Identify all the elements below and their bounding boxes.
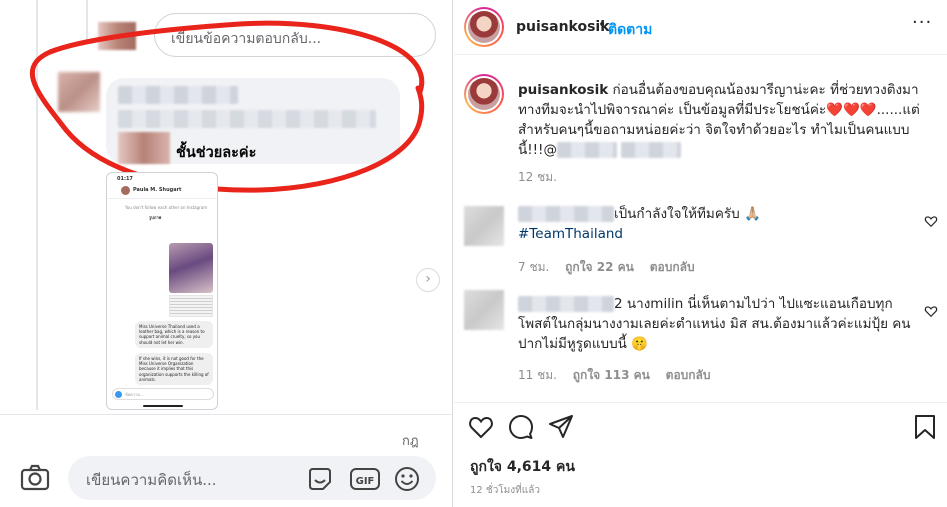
gif-label: GIF [356, 476, 375, 487]
phone-message-input: ข้อความ... [112, 388, 214, 400]
share-icon[interactable] [548, 414, 574, 440]
more-options-icon[interactable]: ··· [912, 12, 932, 33]
comment: 2 นางmilin นี่เห็นตามไปว่า ไปแซะแอนเกือบ… [518, 294, 918, 354]
blurred-commenter-avatar [58, 72, 100, 112]
caption-avatar[interactable] [464, 74, 504, 114]
phone-message: If she wins, it is not good for the Miss… [135, 353, 213, 386]
blurred-mention [556, 142, 617, 158]
blurred-comment-line [118, 110, 376, 128]
comment-text: ชั้นช่วยละค่ะ [176, 145, 257, 161]
comment-likes[interactable]: ถูกใจ 22 คน [565, 260, 634, 274]
comment-prefix: 2 [614, 296, 623, 312]
phone-chat-header: Paula M. Shugart [107, 183, 217, 199]
comment-placeholder: เขียนความคิดเห็น... [86, 471, 217, 489]
blurred-avatar [118, 132, 170, 164]
caption-timestamp: 12 ชม. [518, 170, 557, 184]
divider [454, 402, 947, 403]
comment-time: 11 ชม. [518, 368, 557, 382]
thread-line [36, 0, 38, 410]
page: เขียนข้อความตอบกลับ... ชั้นช่วยละค่ะ 01:… [0, 0, 947, 507]
phone-subtitle: You don't follow each other on Instagram [125, 205, 208, 210]
blurred-avatar [98, 22, 136, 50]
comment-meta: 7 ชม. ถูกใจ 22 คน ตอบกลับ [518, 258, 707, 277]
phone-home-bar [143, 405, 183, 407]
post-caption: puisankosik ก่อนอื่นต้องขอบคุณน้องมารีญา… [518, 80, 934, 160]
phone-screenshot: 01:17 Paula M. Shugart You don't follow … [106, 172, 218, 410]
follow-button[interactable]: ติดตาม [608, 19, 652, 41]
phone-message: Miss Universe Thailand used a leather ba… [135, 321, 213, 348]
caption-username[interactable]: puisankosik [518, 82, 608, 98]
phone-time: 01:17 [117, 176, 133, 182]
reply-button[interactable]: ตอบกลับ [650, 260, 695, 274]
comment-icon[interactable] [508, 414, 534, 440]
blurred-mention [621, 142, 682, 158]
reply-input: เขียนข้อความตอบกลับ... [154, 13, 436, 57]
author-avatar[interactable] [464, 7, 504, 47]
comment-time: 7 ชม. [518, 260, 550, 274]
like-comment-icon[interactable] [924, 214, 938, 228]
phone-avatar [121, 186, 130, 195]
blurred-commenter-avatar[interactable] [464, 206, 504, 246]
phone-document [169, 295, 213, 317]
post-details: puisankosik • ติดตาม ··· puisankosik ก่อ… [454, 0, 947, 507]
likes-count[interactable]: ถูกใจ 4,614 คน [470, 456, 575, 478]
post-time[interactable]: 12 ชั่วโมงที่แล้ว [470, 483, 540, 498]
camera-icon [20, 464, 50, 491]
separator-dot: • [598, 17, 607, 33]
reply-button[interactable]: ตอบกลับ [666, 368, 711, 382]
blurred-commenter-name[interactable] [518, 296, 614, 312]
divider [0, 414, 452, 415]
comment-meta: 11 ชม. ถูกใจ 113 คน ตอบกลับ [518, 366, 723, 385]
post-image: เขียนข้อความตอบกลับ... ชั้นช่วยละค่ะ 01:… [0, 0, 453, 507]
next-image-button[interactable]: › [416, 268, 440, 292]
blurred-commenter-name[interactable] [518, 206, 614, 222]
emoji-icon [395, 467, 419, 491]
comment-input: เขียนความคิดเห็น... [68, 456, 436, 500]
comment: เป็นกำลังใจให้ทีมครับ 🙏🏼 #TeamThailand [518, 204, 918, 244]
blurred-commenter-avatar[interactable] [464, 290, 504, 330]
like-comment-icon[interactable] [924, 304, 938, 318]
phone-chip: รูปภาพ [149, 215, 162, 220]
comment-text: เป็นกำลังใจให้ทีมครับ 🙏🏼 [614, 206, 761, 222]
comment-likes[interactable]: ถูกใจ 113 คน [573, 368, 650, 382]
thread-line [86, 0, 88, 40]
hashtag-link[interactable]: #TeamThailand [518, 226, 623, 242]
gif-icon: GIF [350, 468, 380, 490]
phone-input-placeholder: ข้อความ... [125, 392, 144, 397]
blurred-commenter-name [118, 86, 238, 104]
phone-photo [169, 243, 213, 293]
hearts-emoji: ❤️❤️❤️ [826, 102, 877, 118]
bookmark-icon[interactable] [912, 414, 938, 440]
camera-icon [115, 391, 122, 398]
heart-icon[interactable] [468, 414, 494, 440]
sticker-icon [309, 468, 331, 490]
phone-contact-name: Paula M. Shugart [133, 187, 182, 193]
author-username[interactable]: puisankosik [516, 19, 610, 35]
keyboard-label: กฎ [402, 434, 419, 449]
divider [454, 54, 947, 55]
